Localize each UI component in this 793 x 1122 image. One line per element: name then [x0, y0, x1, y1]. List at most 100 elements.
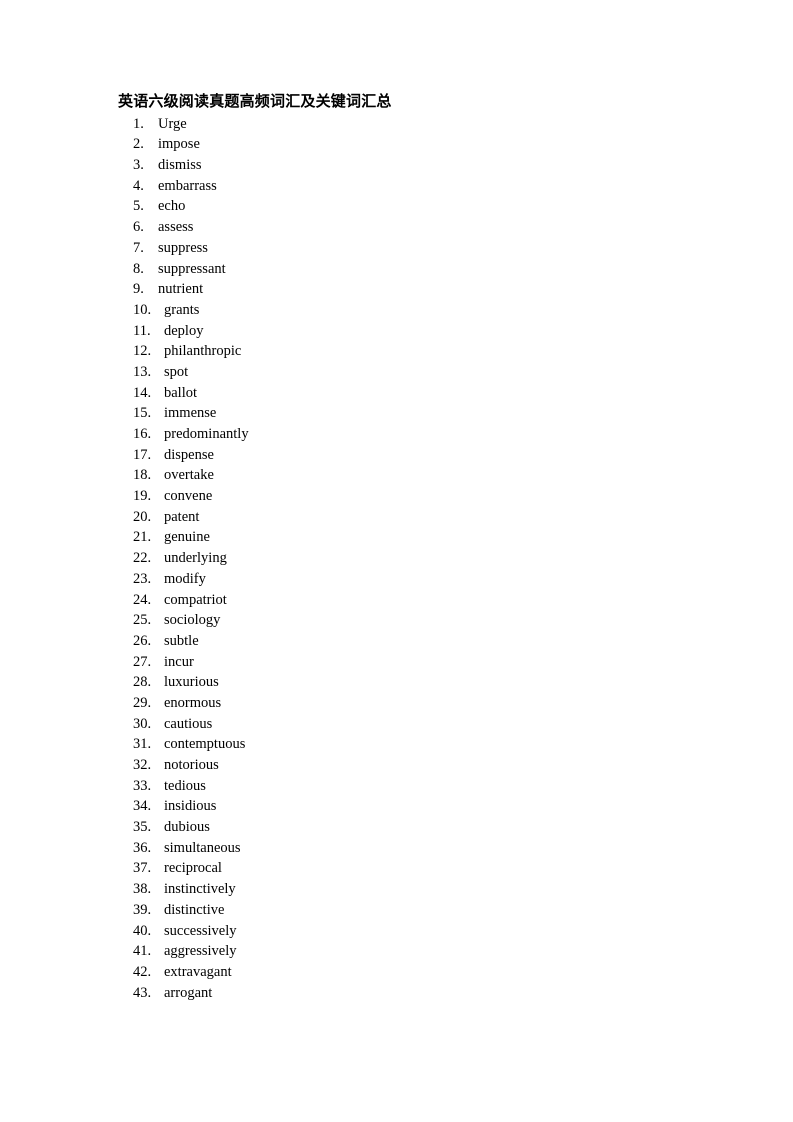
list-item-number: 23.: [133, 570, 152, 587]
list-item-number: 27.: [133, 653, 152, 670]
list-item-number: 5.: [133, 198, 144, 215]
list-item-word: simultaneous: [164, 839, 241, 856]
list-item-word: predominantly: [164, 426, 249, 443]
list-item: 37. reciprocal: [118, 858, 678, 879]
list-item: 7. suppress: [118, 238, 678, 259]
list-item: 33. tedious: [118, 776, 678, 797]
list-item: 21. genuine: [118, 527, 678, 548]
list-item: 9. nutrient: [118, 279, 678, 300]
list-item: 13. spot: [118, 362, 678, 383]
list-item-number: 16.: [133, 426, 152, 443]
list-item-word: underlying: [164, 550, 227, 567]
list-item-number: 38.: [133, 881, 152, 898]
list-item-number: 32.: [133, 757, 152, 774]
list-item: 16. predominantly: [118, 424, 678, 445]
list-item-number: 24.: [133, 591, 152, 608]
list-item-word: dubious: [164, 819, 210, 836]
list-item-number: 17.: [133, 446, 152, 463]
list-item-word: overtake: [164, 467, 214, 484]
list-item: 38. instinctively: [118, 879, 678, 900]
list-item-word: embarrass: [158, 177, 217, 194]
list-item: 27. incur: [118, 652, 678, 673]
list-item-word: immense: [164, 405, 217, 422]
list-item: 8. suppressant: [118, 259, 678, 280]
list-item-word: echo: [158, 198, 186, 215]
list-item-word: extravagant: [164, 963, 232, 980]
list-item-word: luxurious: [164, 674, 219, 691]
page-title: 英语六级阅读真题高频词汇及关键词汇总: [118, 94, 392, 110]
list-item-number: 34.: [133, 798, 152, 815]
document-page: 英语六级阅读真题高频词汇及关键词汇总 1. Urge 2. impose 3. dismi…: [0, 0, 793, 1122]
list-item-word: tedious: [164, 777, 206, 794]
list-item-word: impose: [158, 136, 200, 153]
list-item: 17. dispense: [118, 445, 678, 466]
list-item-word: modify: [164, 570, 206, 587]
list-item: 29. enormous: [118, 693, 678, 714]
list-item: 41. aggressively: [118, 941, 678, 962]
list-item-number: 19.: [133, 488, 152, 505]
list-item-word: reciprocal: [164, 860, 222, 877]
list-item: 14. ballot: [118, 383, 678, 404]
list-item-word: grants: [164, 301, 200, 318]
list-item-number: 26.: [133, 632, 152, 649]
list-item-word: patent: [164, 508, 200, 525]
list-item: 23. modify: [118, 569, 678, 590]
list-item-number: 22.: [133, 550, 152, 567]
list-item-number: 6.: [133, 219, 144, 236]
list-item-number: 10.: [133, 301, 152, 318]
list-item-word: nutrient: [158, 281, 204, 298]
list-item-word: enormous: [164, 694, 222, 711]
list-item-word: incur: [164, 653, 194, 670]
list-item-word: dispense: [164, 446, 214, 463]
list-item-word: spot: [164, 363, 189, 380]
list-item-number: 21.: [133, 529, 152, 546]
list-item-number: 15.: [133, 405, 152, 422]
list-item-number: 36.: [133, 839, 152, 856]
vocabulary-list: 1. Urge 2. impose 3. dismiss 4. embarrass 5. echo…: [118, 114, 678, 1004]
list-item-number: 8.: [133, 260, 144, 277]
list-item: 39. distinctive: [118, 900, 678, 921]
list-item: 1. Urge: [118, 114, 678, 135]
list-item-number: 39.: [133, 901, 152, 918]
list-item-word: genuine: [164, 529, 210, 546]
document-content: 英语六级阅读真题高频词汇及关键词汇总 1. Urge 2. impose 3. dismi…: [118, 92, 678, 1003]
list-item: 28. luxurious: [118, 672, 678, 693]
list-item: 12. philanthropic: [118, 341, 678, 362]
list-item-word: subtle: [164, 632, 199, 649]
list-item: 11. deploy: [118, 321, 678, 342]
list-item-number: 1.: [133, 115, 144, 132]
list-item-word: deploy: [164, 322, 204, 339]
list-item-number: 20.: [133, 508, 152, 525]
list-item-number: 40.: [133, 922, 152, 939]
list-item-number: 30.: [133, 715, 152, 732]
list-item: 36. simultaneous: [118, 838, 678, 859]
list-item: 26. subtle: [118, 631, 678, 652]
list-item-number: 31.: [133, 736, 152, 753]
list-item-number: 35.: [133, 819, 152, 836]
list-item-word: arrogant: [164, 984, 213, 1001]
list-item-word: philanthropic: [164, 343, 242, 360]
list-item-word: instinctively: [164, 881, 236, 898]
list-item-number: 13.: [133, 363, 152, 380]
list-item-number: 42.: [133, 963, 152, 980]
list-item: 40. successively: [118, 921, 678, 942]
list-item-number: 25.: [133, 612, 152, 629]
list-item-word: compatriot: [164, 591, 227, 608]
list-item-word: convene: [164, 488, 213, 505]
list-item-number: 33.: [133, 777, 152, 794]
list-item: 4. embarrass: [118, 176, 678, 197]
list-item: 18. overtake: [118, 465, 678, 486]
list-item-word: ballot: [164, 384, 198, 401]
list-item: 19. convene: [118, 486, 678, 507]
list-item: 35. dubious: [118, 817, 678, 838]
list-item-number: 41.: [133, 943, 152, 960]
list-item: 2. impose: [118, 134, 678, 155]
list-item-word: insidious: [164, 798, 217, 815]
list-item: 34. insidious: [118, 796, 678, 817]
list-item-word: contemptuous: [164, 736, 246, 753]
list-item: 24. compatriot: [118, 590, 678, 611]
list-item: 42. extravagant: [118, 962, 678, 983]
list-item-word: Urge: [158, 115, 187, 132]
list-item: 5. echo: [118, 196, 678, 217]
list-item-word: assess: [158, 219, 194, 236]
